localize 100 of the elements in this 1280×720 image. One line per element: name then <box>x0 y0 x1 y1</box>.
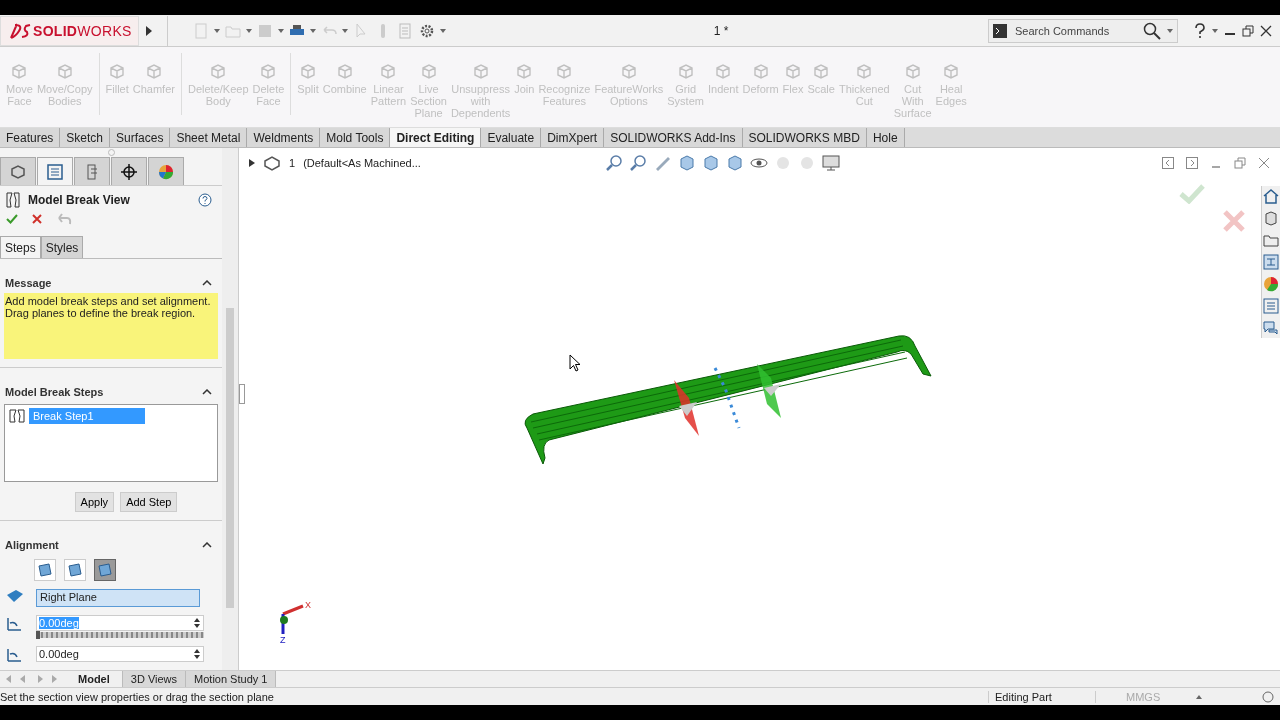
panel-tab[interactable]: Styles <box>40 236 84 258</box>
ok-icon[interactable] <box>6 214 18 224</box>
configuration-name: (Default<As Machined... <box>303 157 421 169</box>
cancel-icon[interactable] <box>32 214 42 224</box>
caret-icon[interactable] <box>439 28 446 33</box>
crosshair-icon <box>120 162 138 181</box>
model-view-tab[interactable]: 3D Views <box>122 671 187 687</box>
target-tab[interactable] <box>111 157 147 185</box>
plane-field[interactable]: Right Plane <box>36 589 200 607</box>
search-icon[interactable] <box>1143 21 1161 40</box>
command-tab[interactable]: Mold Tools <box>320 128 391 147</box>
plane-icon <box>67 563 83 577</box>
unit-system[interactable]: MMGS <box>1095 690 1196 703</box>
panel-tab[interactable]: Steps <box>0 236 41 258</box>
model-view-tab[interactable]: Motion Study 1 <box>186 671 277 687</box>
caret-icon[interactable] <box>213 28 220 33</box>
plane-icon <box>6 589 24 603</box>
mouse-pointer-icon <box>569 354 581 372</box>
plane-option-button[interactable] <box>94 559 116 581</box>
options-icon[interactable] <box>1262 690 1274 703</box>
command-tab[interactable]: DimXpert <box>541 128 605 147</box>
angle-field[interactable]: 0.00deg <box>36 646 204 662</box>
status-message: Set the section view properties or drag the section plane <box>0 690 275 703</box>
section-title: Model Break Steps <box>5 386 104 398</box>
home-icon[interactable] <box>1263 188 1279 204</box>
tile-right-icon[interactable] <box>1186 157 1198 169</box>
monitor-icon[interactable] <box>820 154 841 172</box>
plane-icon <box>97 563 113 577</box>
restore-icon[interactable] <box>1234 157 1246 169</box>
part-icon <box>263 155 281 171</box>
folder-icon[interactable] <box>1263 232 1279 248</box>
cube-icon <box>783 61 803 81</box>
list-icon <box>46 162 64 181</box>
cube-icon <box>298 61 318 81</box>
caret-icon[interactable] <box>1212 28 1218 33</box>
scrollbar[interactable] <box>222 148 238 670</box>
command-tab[interactable]: Features <box>0 128 61 147</box>
section-title: Alignment <box>5 539 59 551</box>
command-tab[interactable]: Hole <box>866 128 905 147</box>
message-text: Add model break steps and set alignment. Drag planes to define the break region. <box>4 293 218 359</box>
command-prompt-icon <box>993 23 1007 38</box>
caret-icon[interactable] <box>1196 694 1202 699</box>
close-icon[interactable] <box>1260 24 1272 37</box>
color-wheel-icon <box>157 162 175 181</box>
flyout-arrow-icon[interactable] <box>144 24 153 37</box>
part-tab[interactable] <box>0 157 36 185</box>
parts-icon[interactable] <box>1263 210 1279 226</box>
command-tab[interactable]: Evaluate <box>481 128 542 147</box>
command-tab[interactable]: Sketch <box>60 128 111 147</box>
command-tab[interactable]: SOLIDWORKS MBD <box>742 128 867 147</box>
help-icon[interactable] <box>1194 22 1206 39</box>
panel-title: Model Break View <box>28 193 131 207</box>
angle-x-icon <box>6 615 24 631</box>
slider-thumb[interactable] <box>36 631 40 639</box>
ds-logo-icon <box>9 21 31 40</box>
list-item[interactable]: Break Step1 <box>29 408 145 424</box>
collapse-icon[interactable] <box>202 389 212 395</box>
caret-icon[interactable] <box>245 28 252 33</box>
color-tab[interactable] <box>148 157 184 185</box>
brand-name: SOLIDWORKS <box>33 22 132 39</box>
command-tab[interactable]: Direct Editing <box>390 128 482 147</box>
search-field[interactable]: Search Commands <box>1013 23 1137 38</box>
collapse-icon[interactable] <box>202 542 212 548</box>
collapse-handle-icon[interactable] <box>239 384 245 404</box>
status-mode: Editing Part <box>988 690 1095 703</box>
document-title: 1 * <box>713 23 730 38</box>
caret-icon[interactable] <box>309 28 316 33</box>
part-number: 1 <box>289 157 296 169</box>
caret-icon[interactable] <box>277 28 284 33</box>
axis-label: X <box>305 600 311 610</box>
command-tab[interactable]: Weldments <box>247 128 321 147</box>
command-tab[interactable]: SOLIDWORKS Add-Ins <box>604 128 743 147</box>
plane-icon <box>37 563 53 577</box>
spinner-icon[interactable] <box>193 648 201 660</box>
expand-arrow-icon[interactable] <box>249 159 255 167</box>
confirm-check-icon[interactable] <box>1179 184 1205 204</box>
app-logo[interactable]: SOLIDWORKS <box>0 15 139 46</box>
list-tab[interactable] <box>37 157 73 185</box>
tile-left-icon[interactable] <box>1162 157 1174 169</box>
axis-label: Z <box>280 635 286 644</box>
collapse-icon[interactable] <box>202 280 212 286</box>
caret-icon[interactable] <box>341 28 348 33</box>
list-icon[interactable] <box>1263 298 1279 314</box>
add-step-button[interactable]: Add Step <box>120 492 178 512</box>
zoom-icon[interactable] <box>628 154 649 172</box>
section-title: Message <box>5 277 52 289</box>
spinner-icon[interactable] <box>193 617 201 629</box>
zoom-icon[interactable] <box>604 154 625 172</box>
color-icon[interactable] <box>1263 276 1279 292</box>
command-tab[interactable]: Sheet Metal <box>170 128 248 147</box>
break-step-icon <box>9 409 25 423</box>
apply-button[interactable]: Apply <box>74 492 115 512</box>
caret-icon[interactable] <box>1167 28 1173 33</box>
chat-icon[interactable] <box>1263 320 1279 336</box>
search-box[interactable]: Search Commands <box>988 18 1178 43</box>
angle-field[interactable]: 0.00deg <box>36 615 204 631</box>
break-view-icon <box>6 192 20 208</box>
command-tab[interactable]: Surfaces <box>110 128 171 147</box>
angle-y-icon <box>6 646 24 662</box>
restore-icon[interactable] <box>1242 24 1254 37</box>
